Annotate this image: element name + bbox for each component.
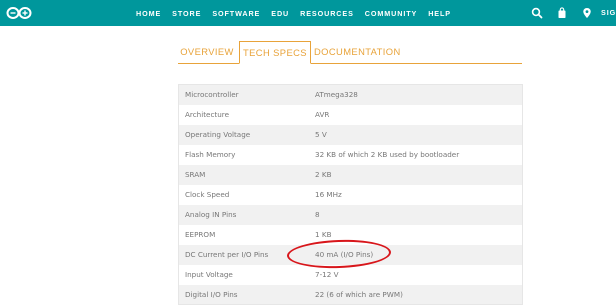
table-row: Microcontroller ATmega328	[178, 84, 523, 105]
tech-specs-table: Microcontroller ATmega328 Architecture A…	[178, 84, 523, 305]
table-row: Architecture AVR	[178, 104, 523, 125]
search-icon[interactable]	[531, 7, 543, 19]
spec-label: Operating Voltage	[185, 130, 251, 139]
spec-value: 2 KB	[315, 170, 332, 179]
tab-tech-specs[interactable]: TECH SPECS	[239, 41, 311, 64]
sign-in-link[interactable]: SIG	[601, 0, 616, 26]
spec-value: AVR	[315, 110, 330, 119]
nav-resources[interactable]: RESOURCES	[300, 9, 354, 18]
table-row: Input Voltage 7-12 V	[178, 264, 523, 285]
nav-home[interactable]: HOME	[136, 9, 161, 18]
spec-value: 5 V	[315, 130, 327, 139]
table-row: Analog IN Pins 8	[178, 204, 523, 225]
spec-value: 1 KB	[315, 230, 332, 239]
spec-label: Flash Memory	[185, 150, 236, 159]
spec-label: DC Current per I/O Pins	[185, 250, 269, 259]
spec-label: EEPROM	[185, 230, 216, 239]
arduino-infinity-logo-icon[interactable]	[6, 6, 32, 20]
table-row: SRAM 2 KB	[178, 164, 523, 185]
spec-value: 16 MHz	[315, 190, 342, 199]
nav-edu[interactable]: EDU	[271, 9, 289, 18]
nav-help[interactable]: HELP	[428, 9, 451, 18]
spec-value: 32 KB of which 2 KB used by bootloader	[315, 150, 460, 159]
cart-icon[interactable]	[556, 7, 568, 19]
spec-value: ATmega328	[315, 90, 358, 100]
table-row: DC Current per I/O Pins 40 mA (I/O Pins)	[178, 244, 523, 265]
spec-label: Architecture	[185, 110, 230, 119]
table-row: Clock Speed 16 MHz	[178, 184, 523, 205]
spec-value: 40 mA (I/O Pins)	[315, 250, 374, 259]
spec-label: SRAM	[185, 170, 206, 179]
main-nav: HOME STORE SOFTWARE EDU RESOURCES COMMUN…	[136, 0, 462, 26]
top-navigation-bar: HOME STORE SOFTWARE EDU RESOURCES COMMUN…	[0, 0, 616, 26]
table-row: EEPROM 1 KB	[178, 224, 523, 245]
table-row: Flash Memory 32 KB of which 2 KB used by…	[178, 144, 523, 165]
nav-store[interactable]: STORE	[172, 9, 201, 18]
nav-community[interactable]: COMMUNITY	[365, 9, 417, 18]
table-row: Operating Voltage 5 V	[178, 124, 523, 145]
spec-label: Clock Speed	[185, 190, 230, 199]
spec-label: Microcontroller	[185, 90, 239, 100]
spec-value: 8	[315, 210, 320, 219]
nav-software[interactable]: SOFTWARE	[212, 9, 260, 18]
tab-overview[interactable]: OVERVIEW	[178, 40, 236, 63]
spec-value: 7-12 V	[315, 270, 339, 279]
product-tabs: OVERVIEW TECH SPECS DOCUMENTATION	[178, 40, 522, 64]
tab-documentation[interactable]: DOCUMENTATION	[314, 40, 400, 63]
spec-label: Input Voltage	[185, 270, 233, 279]
tabs-underline	[178, 63, 522, 64]
spec-label: Analog IN Pins	[185, 210, 237, 219]
location-pin-icon[interactable]	[581, 7, 593, 19]
